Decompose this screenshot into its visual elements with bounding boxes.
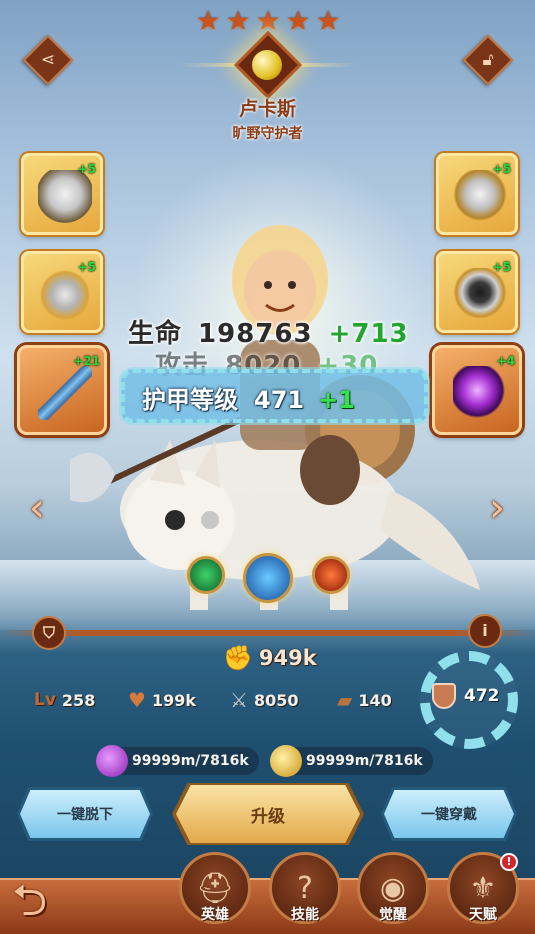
faction-button[interactable]: ⛉ [32, 616, 66, 650]
gear-slot-helmet[interactable]: +5 [21, 153, 103, 235]
chest-armor-icon [38, 268, 92, 322]
fire-gem-socket[interactable] [312, 556, 350, 594]
star-icon: ★ [256, 6, 281, 37]
gear-level: +21 [73, 354, 100, 368]
gear-slot-gem[interactable]: +4 [432, 345, 522, 435]
speed-stat: ▰ 140 [337, 684, 392, 716]
attack-stat-value: 8050 [253, 690, 299, 710]
combat-power-value: 949k [258, 646, 317, 670]
star-icon: ★ [196, 6, 221, 37]
armor-icon [453, 170, 507, 224]
star-icon: ★ [286, 6, 311, 37]
nav-awaken-label: 觉醒 [379, 907, 407, 923]
nav-talent-label: 天赋 [469, 907, 497, 923]
nature-gem-socket[interactable] [187, 556, 225, 594]
panel-divider [0, 630, 535, 636]
stat-armor-value: 471 [254, 386, 305, 414]
gear-slot-weapon[interactable]: +21 [17, 345, 107, 435]
speed-stat-value: 140 [358, 690, 392, 710]
hp-stat: ♥ 199k [128, 684, 196, 716]
equip-all-button[interactable]: 一键穿戴 [384, 790, 514, 838]
armor-stat-value: 472 [464, 686, 500, 706]
essence-amount: 99999m/7816k [132, 753, 249, 769]
armor-shield-icon [432, 683, 456, 709]
water-gem-socket[interactable] [243, 553, 293, 603]
star-icon: ★ [226, 6, 251, 37]
unlock-icon: 🔓︎ [482, 50, 494, 70]
stat-armor-plus: +1 [318, 386, 355, 414]
stat-armor-label: 护甲等级 [142, 386, 238, 414]
share-button[interactable]: ⋖ [22, 34, 74, 86]
star-rating: ★ ★ ★ ★ ★ [196, 8, 343, 35]
level-label: Lv [34, 690, 56, 710]
nav-hero-label: 英雄 [201, 907, 229, 923]
hp-stat-value: 199k [151, 690, 196, 710]
back-arrow-icon: ⮌ [12, 875, 48, 926]
light-element-icon [252, 50, 282, 80]
shield-icon: ⛉ [42, 623, 55, 642]
level-value: 258 [61, 690, 96, 710]
hero-title: 旷野守护者 [232, 126, 303, 142]
knight-helm-icon [453, 268, 507, 322]
unequip-all-button[interactable]: 一键脱下 [20, 790, 150, 838]
sword-icon: ⚔ [230, 688, 248, 712]
attack-stat: ⚔ 8050 [230, 684, 298, 716]
purple-gem-icon [453, 366, 507, 420]
gear-level: +5 [492, 162, 511, 176]
info-button[interactable]: i [468, 614, 502, 648]
hero-name: 卢卡斯 [238, 98, 296, 120]
prev-hero-button[interactable]: ‹ [22, 483, 52, 533]
essence-icon [96, 745, 128, 777]
stat-armor-line: 护甲等级 471 +1 [142, 380, 355, 415]
gear-level: +4 [496, 354, 515, 368]
nav-skills[interactable]: ? 技能 [267, 852, 343, 932]
next-hero-button[interactable]: › [482, 483, 512, 533]
boot-icon: ▰ [337, 688, 353, 712]
lock-button[interactable]: 🔓︎ [462, 34, 514, 86]
upgrade-button[interactable]: 升级 [176, 785, 360, 843]
essence-currency: 99999m/7816k [96, 745, 259, 777]
talent-alert-badge: ! [500, 853, 518, 871]
gold-currency: 99999m/7816k [270, 745, 433, 777]
gear-slot-chest[interactable]: +5 [21, 251, 103, 333]
nav-hero[interactable]: ⛑ 英雄 [177, 852, 253, 932]
armor-stat: 472 [432, 683, 500, 709]
gear-slot-helm[interactable]: +5 [436, 251, 518, 333]
back-button[interactable]: ⮌ [12, 876, 82, 926]
spear-icon [38, 366, 92, 420]
gear-level: +5 [77, 162, 96, 176]
star-icon: ★ [316, 6, 341, 37]
heart-icon: ♥ [128, 688, 146, 712]
nav-awaken[interactable]: ◉ 觉醒 [355, 852, 431, 932]
level-stat: Lv 258 [34, 684, 95, 716]
chevron-right-icon: › [489, 485, 505, 531]
gold-coin-icon [270, 745, 302, 777]
fist-icon: ✊ [223, 644, 253, 672]
gold-amount: 99999m/7816k [306, 753, 423, 769]
gear-level: +5 [492, 260, 511, 274]
share-icon: ⋖ [40, 50, 56, 70]
gear-level: +5 [77, 260, 96, 274]
gear-slot-armor[interactable]: +5 [436, 153, 518, 235]
chevron-left-icon: ‹ [29, 485, 45, 531]
info-icon: i [482, 621, 488, 640]
combat-power: ✊ 949k [223, 641, 317, 675]
nav-skills-label: 技能 [291, 907, 319, 923]
helmet-icon [38, 170, 92, 224]
